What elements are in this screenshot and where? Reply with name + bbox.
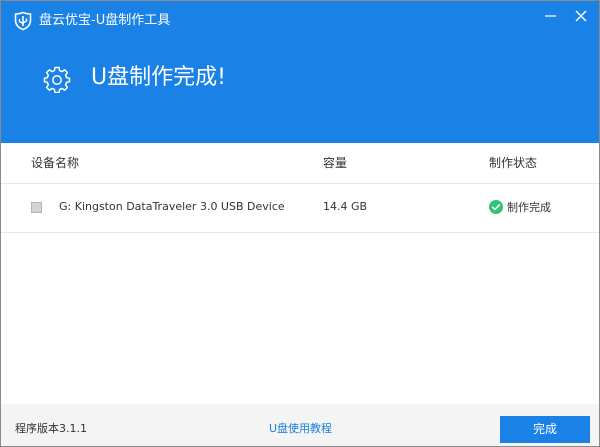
table-header: 设备名称 容量 制作状态 <box>1 143 599 184</box>
device-checkbox[interactable] <box>31 202 42 213</box>
page-title: U盘制作完成! <box>91 65 226 90</box>
minimize-button[interactable] <box>539 5 563 29</box>
usb-shield-icon <box>14 11 32 31</box>
table-row[interactable]: G: Kingston DataTraveler 3.0 USB Device … <box>1 184 599 233</box>
app-window: 盘云优宝-U盘制作工具 U盘制作完成! 设备名称 容量 制作状态 G: King… <box>0 0 600 447</box>
column-header-status: 制作状态 <box>489 156 538 170</box>
device-name: G: Kingston DataTraveler 3.0 USB Device <box>59 200 285 213</box>
title-bar[interactable]: 盘云优宝-U盘制作工具 <box>1 1 599 41</box>
gear-icon <box>43 66 71 93</box>
version-label: 程序版本3.1.1 <box>15 422 87 435</box>
device-capacity: 14.4 GB <box>323 200 368 213</box>
check-circle-icon <box>489 200 503 214</box>
minimize-icon <box>545 15 556 17</box>
usb-tutorial-link[interactable]: U盘使用教程 <box>269 422 332 436</box>
footer-bar: 程序版本3.1.1 U盘使用教程 完成 <box>1 404 599 446</box>
app-title: 盘云优宝-U盘制作工具 <box>39 13 171 28</box>
column-header-capacity: 容量 <box>323 156 348 170</box>
header-banner: 盘云优宝-U盘制作工具 U盘制作完成! <box>1 1 599 143</box>
done-button[interactable]: 完成 <box>500 416 590 443</box>
close-icon <box>575 10 587 22</box>
close-button[interactable] <box>569 5 593 29</box>
column-header-device: 设备名称 <box>31 156 80 170</box>
status-label: 制作完成 <box>507 201 551 214</box>
